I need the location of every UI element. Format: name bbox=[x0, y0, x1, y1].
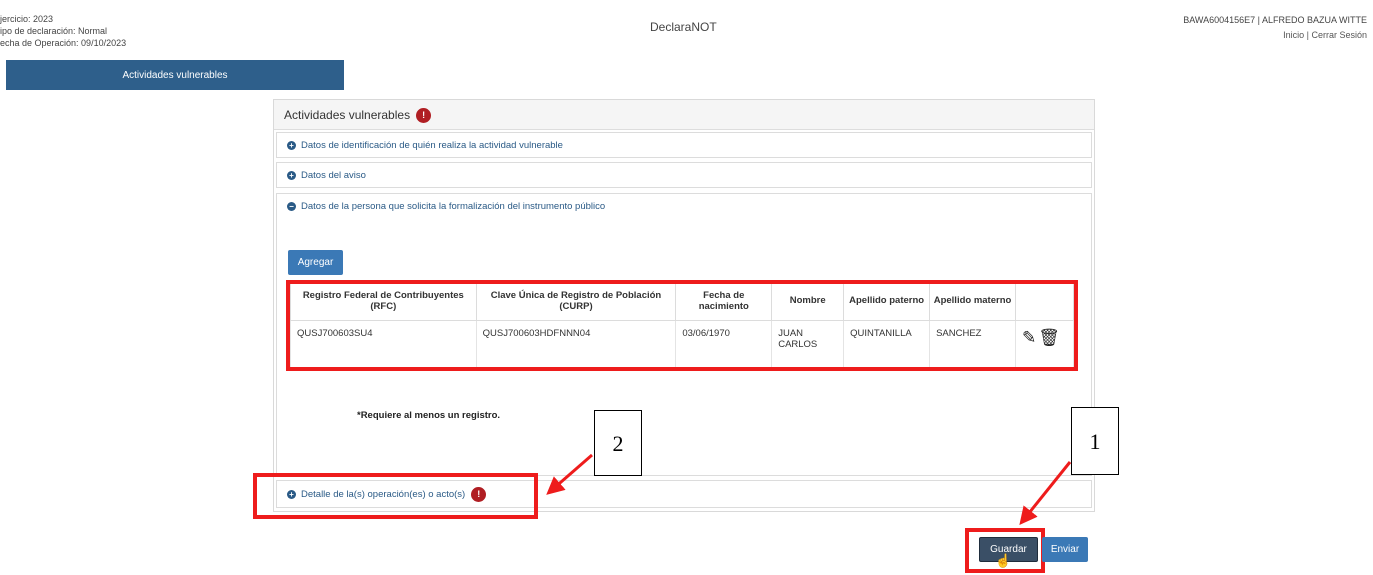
section-header[interactable]: − Datos de la persona que solicita la for… bbox=[277, 194, 1091, 220]
highlight-detalle-box bbox=[253, 473, 538, 519]
minus-circle-icon: − bbox=[287, 201, 296, 211]
operation-date: echa de Operación: 09/10/2023 bbox=[0, 38, 127, 48]
user-links: Inicio | Cerrar Sesión bbox=[1183, 28, 1367, 43]
panel-title: Actividades vulnerables bbox=[284, 108, 411, 122]
plus-circle-icon: + bbox=[287, 140, 296, 150]
exercise-year: jercicio: 2023 bbox=[0, 14, 54, 24]
enviar-button[interactable]: Enviar bbox=[1042, 537, 1088, 562]
user-name: BAWA6004156E7 | ALFREDO BAZUA WITTE bbox=[1183, 15, 1367, 25]
section-label: Datos de la persona que solicita la form… bbox=[301, 201, 606, 212]
hand-cursor-icon: ☝ bbox=[995, 553, 1012, 568]
declaration-info: jercicio: 2023 ipo de declaración: Norma… bbox=[0, 13, 126, 49]
user-info: BAWA6004156E7 | ALFREDO BAZUA WITTE Inic… bbox=[1183, 13, 1367, 43]
requirement-note: *Requiere al menos un registro. bbox=[357, 410, 501, 421]
tab-actividades-vulnerables[interactable]: Actividades vulnerables bbox=[6, 60, 344, 90]
top-bar: jercicio: 2023 ipo de declaración: Norma… bbox=[0, 0, 1373, 58]
agregar-button[interactable]: Agregar bbox=[288, 250, 343, 275]
alert-badge-icon: ! bbox=[416, 108, 432, 124]
logout-link[interactable]: Cerrar Sesión bbox=[1311, 30, 1367, 40]
section-aviso[interactable]: + Datos del aviso bbox=[276, 162, 1092, 188]
highlight-table-box bbox=[286, 280, 1078, 371]
section-identificacion[interactable]: + Datos de identificación de quién realiz… bbox=[276, 132, 1092, 158]
inicio-link[interactable]: Inicio bbox=[1283, 30, 1304, 40]
app-title: DeclaraNOT bbox=[650, 20, 717, 34]
declaration-type: ipo de declaración: Normal bbox=[0, 26, 108, 36]
plus-circle-icon: + bbox=[287, 170, 296, 180]
panel-header: Actividades vulnerables! bbox=[274, 100, 1094, 130]
callout-2: 2 bbox=[594, 410, 642, 476]
section-label: Datos del aviso bbox=[301, 170, 366, 181]
section-label: Datos de identificación de quién realiza… bbox=[301, 140, 563, 151]
callout-1: 1 bbox=[1071, 407, 1119, 475]
